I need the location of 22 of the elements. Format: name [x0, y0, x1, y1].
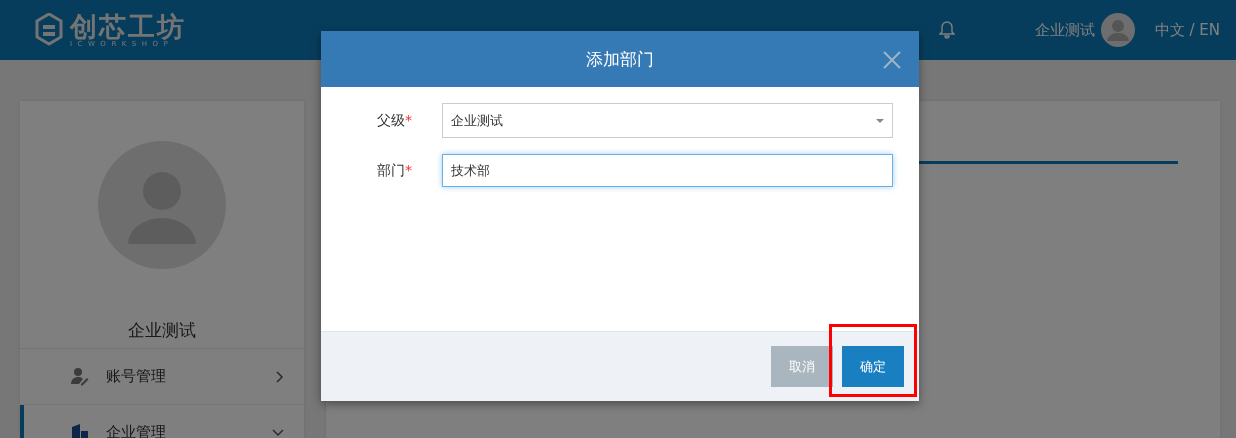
language-link[interactable]: 中文 / EN [1154, 20, 1220, 40]
confirm-button[interactable]: 确定 [842, 346, 904, 387]
user-name: 企业测试 [128, 319, 196, 342]
chevron-right-icon [276, 370, 284, 383]
sidebar-item[interactable]: 企业管理 [20, 405, 304, 438]
avatar-icon [98, 141, 226, 269]
user-name[interactable]: 企业测试 [1034, 20, 1095, 40]
input-field[interactable]: 技术部 [442, 154, 893, 187]
select-field[interactable]: 企业测试 [442, 103, 893, 138]
building-icon [70, 422, 90, 438]
avatar-icon[interactable] [1100, 13, 1135, 47]
sidebar-item[interactable]: 账号管理 [20, 349, 304, 405]
caret-icon [876, 118, 884, 123]
close-icon[interactable] [883, 51, 901, 69]
dialog-title: 添加部门 [586, 47, 654, 71]
field-label: 部门* [376, 161, 413, 180]
chevron-down-icon [272, 428, 284, 437]
logo-text: 创芯工坊 [70, 12, 186, 40]
bell-icon[interactable] [938, 21, 955, 39]
logo-icon [34, 13, 64, 47]
user-edit-icon [70, 366, 90, 387]
field-label: 父级* [376, 111, 413, 130]
